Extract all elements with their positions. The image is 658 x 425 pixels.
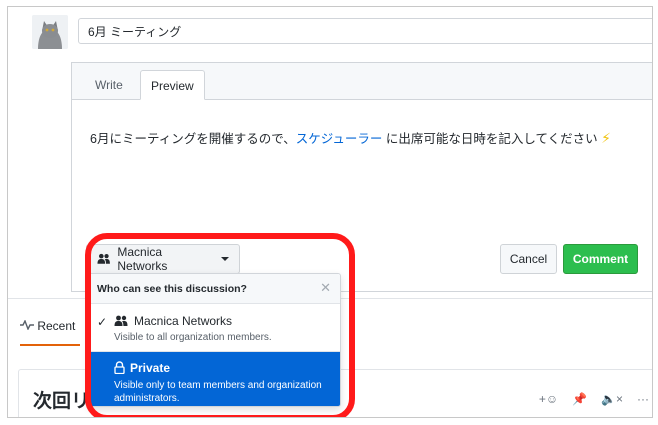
visibility-select-label: Macnica Networks [117, 245, 168, 273]
visibility-option-description: Visible to all organization members. [114, 332, 272, 343]
visibility-option-name: Macnica Networks [134, 314, 233, 328]
close-icon[interactable]: ✕ [320, 280, 331, 296]
tab-write[interactable]: Write [85, 70, 133, 100]
discussion-composer: 6月 ミーティング Write Preview 6月にミーティングを開催するので… [7, 6, 653, 418]
people-icon [97, 253, 110, 264]
editor-tabbar: Write Preview [72, 63, 652, 100]
preview-body: 6月にミーティングを開催するので、スケジューラー に出席可能な日時を記入してくだ… [90, 128, 611, 147]
preview-text-before: 6月にミーティングを開催するので、 [90, 132, 296, 146]
tab-recent-label: Recent [37, 319, 76, 333]
comment-editor: Write Preview 6月にミーティングを開催するので、スケジューラー に… [71, 62, 652, 292]
visibility-dropdown: Who can see this discussion? ✕ ✓ Macnica… [88, 273, 341, 407]
discussion-title-input[interactable]: 6月 ミーティング [78, 18, 652, 44]
scheduler-link[interactable]: スケジューラー [296, 132, 383, 146]
discussion-card-actions: +☺ 📌 🔈× ··· [539, 392, 649, 406]
visibility-option-private[interactable]: Private Visible only to team members and… [89, 352, 340, 406]
visibility-option-name: Private [130, 361, 171, 375]
chevron-down-icon [221, 257, 229, 261]
preview-text-after: に出席可能な日時を記入してください [385, 132, 598, 146]
mute-icon[interactable]: 🔈× [601, 392, 623, 406]
comment-button[interactable]: Comment [563, 244, 638, 274]
people-icon [114, 315, 128, 326]
visibility-dropdown-header: Who can see this discussion? ✕ [89, 274, 340, 304]
discussion-card-title[interactable]: 次回リ [33, 386, 90, 413]
visibility-option-organization[interactable]: ✓ Macnica Networks Visible to all organi… [89, 304, 340, 352]
tab-recent-underline [20, 344, 80, 346]
zap-emoji: ⚡ [601, 130, 611, 146]
lock-icon [114, 361, 125, 374]
tab-recent[interactable]: Recent [20, 319, 75, 333]
visibility-option-description: Visible only to team members and organiz… [114, 380, 322, 404]
tab-preview[interactable]: Preview [140, 70, 205, 100]
add-reaction-icon[interactable]: +☺ [539, 392, 558, 406]
visibility-dropdown-title: Who can see this discussion? [97, 283, 247, 295]
visibility-select-button[interactable]: Macnica Networks [86, 244, 240, 274]
pin-icon[interactable]: 📌 [572, 392, 587, 406]
avatar [32, 15, 68, 49]
cancel-button[interactable]: Cancel [500, 244, 557, 274]
activity-icon [20, 319, 37, 333]
more-options-icon[interactable]: ··· [637, 392, 649, 406]
check-icon: ✓ [97, 315, 108, 329]
